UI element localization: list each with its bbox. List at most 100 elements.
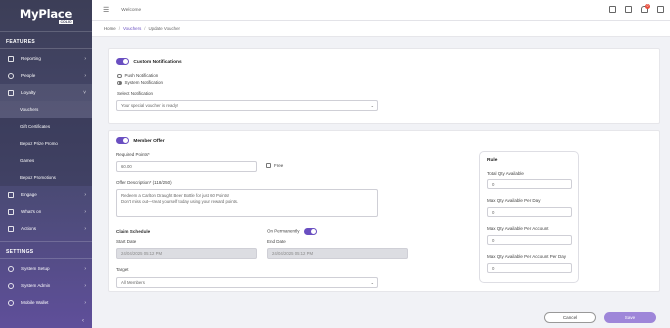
sidebar-item-label: People [21,73,36,78]
free-label: Free [274,163,284,168]
breadcrumb-vouchers[interactable]: Vouchers [123,26,141,31]
bell-icon[interactable]: 0 [641,4,650,13]
sidebar-item-loyalty[interactable]: Loyalty ˅ [0,84,92,101]
free-checkbox[interactable] [266,163,271,169]
select-notification-value: Your special voucher is ready! [121,103,179,108]
push-notification-radio[interactable] [117,73,122,79]
member-offer-card: Member Offer Required Points* 60.00 Free… [108,130,660,292]
sidebar-item-mobile-wallet[interactable]: Mobile Wallet › [0,294,92,311]
top-bar: ☰ Welcome 0 [92,0,670,21]
collapse-sidebar-icon[interactable]: ‹ [82,318,84,324]
start-date-input[interactable]: 24/04/2025 05:12 PM [116,248,257,259]
chevron-right-icon: › [84,55,86,62]
offer-description-label: Offer Description* (118/250) [116,180,172,185]
breadcrumb-home[interactable]: Home [104,26,116,31]
bolt-icon [8,225,14,232]
sidebar-item-label: System Admin [21,283,51,288]
push-notification-option[interactable]: Push Notification [117,73,159,79]
chevron-right-icon: › [84,265,86,272]
chevron-down-icon: ⌄ [370,103,374,108]
sidebar-item-reporting[interactable]: Reporting › [0,50,92,67]
sidebar-item-label: What's on [21,209,42,214]
chevron-right-icon: › [84,299,86,306]
gear-icon [8,265,14,272]
sidebar-item-engage[interactable]: Engage › [0,186,92,203]
brand-sub: COLIO [59,19,73,24]
system-notification-option[interactable]: System Notification [117,80,163,86]
rule-panel: Rule Total Qty Available 0 Max Qty Avail… [479,151,579,283]
on-permanently-toggle[interactable] [303,228,317,235]
sidebar-subitem-games[interactable]: Games [0,152,92,169]
notification-badge: 0 [645,4,650,9]
breadcrumb-current: Update Voucher [148,26,181,31]
breadcrumb-separator: / [144,26,146,31]
sidebar-item-system-admin[interactable]: System Admin › [0,277,92,294]
custom-notifications-toggle[interactable] [116,58,129,65]
top-icons: 0 [609,4,664,13]
mail-icon[interactable] [609,6,616,13]
max-per-day-input[interactable]: 0 [487,207,572,217]
target-value: All Members [121,280,145,285]
target-label: Target [116,267,129,272]
welcome-text: Welcome [121,7,142,13]
section-settings: SETTINGS [6,249,34,255]
select-notification-label: Select Notification [117,91,154,96]
sidebar-subitem-gift-certificates[interactable]: Gift Certificates [0,118,92,135]
sidebar-item-label: Reporting [21,56,41,61]
sidebar-subitem-bepoz-promotions[interactable]: Bepoz Promotions [0,169,92,186]
max-per-account-day-input[interactable]: 0 [487,263,572,273]
divider [0,258,92,259]
cancel-button[interactable]: Cancel [544,312,596,323]
total-qty-input[interactable]: 0 [487,179,572,189]
sidebar-item-whats-on[interactable]: What's on › [0,203,92,220]
member-offer-title: Member Offer [133,138,165,144]
target-dropdown[interactable]: All Members ⌄ [116,277,378,288]
end-date-label: End Date [267,239,286,244]
brand-logo[interactable]: MyPlace COLIO [0,0,92,30]
calendar-icon [8,208,14,215]
section-features: FEATURES [6,39,35,45]
sidebar-item-actions[interactable]: Actions › [0,220,92,237]
sidebar-item-label: System Setup [21,266,50,271]
member-offer-toggle[interactable] [116,137,129,144]
chevron-right-icon: › [84,72,86,79]
divider [0,31,92,32]
sidebar-item-label: Loyalty [21,90,36,95]
save-button[interactable]: Save [604,312,656,323]
max-per-account-day-label: Max Qty Available Per Account Per Day [487,254,566,259]
user-cog-icon [8,282,14,289]
sidebar-item-label: Engage [21,192,37,197]
sidebar: MyPlace COLIO FEATURES Reporting › Peopl… [0,0,92,328]
select-notification-dropdown[interactable]: Your special voucher is ready! ⌄ [116,100,378,111]
chevron-right-icon: › [84,208,86,215]
logout-icon[interactable] [657,6,664,13]
chevron-right-icon: › [84,282,86,289]
megaphone-icon [8,191,14,198]
sidebar-item-system-setup[interactable]: System Setup › [0,260,92,277]
push-notification-label: Push Notification [124,73,159,78]
free-option[interactable]: Free [266,163,284,169]
max-per-account-input[interactable]: 0 [487,235,572,245]
max-per-day-label: Max Qty Available Per Day [487,198,541,203]
document-icon[interactable] [625,6,632,13]
sidebar-subitem-vouchers[interactable]: Vouchers [0,101,92,118]
breadcrumb: Home / Vouchers / Update Voucher [92,21,670,37]
chevron-down-icon: ˅ [83,89,86,96]
wallet-icon [8,299,14,306]
offer-description-line: Don't miss out—treat yourself today usin… [121,199,239,204]
chevron-right-icon: › [84,191,86,198]
offer-description-textarea[interactable]: Redeem a Carlton Draught Beer Bottle for… [116,189,378,217]
sidebar-item-label: Mobile Wallet [21,300,49,305]
sidebar-subitem-bepoz-prize-promo[interactable]: Bepoz Prize Promo [0,135,92,152]
chevron-down-icon: ⌄ [370,280,374,285]
chevron-right-icon: › [84,225,86,232]
sidebar-item-people[interactable]: People › [0,67,92,84]
on-permanently-option: On Permanently [267,228,317,235]
chart-icon [8,55,14,62]
system-notification-radio[interactable] [117,80,122,86]
hamburger-menu-icon[interactable]: ☰ [103,6,109,14]
claim-schedule-label: Claim Schedule [116,229,151,234]
required-points-input[interactable]: 60.00 [116,161,257,172]
rule-title: Rule [487,158,498,163]
end-date-input[interactable]: 24/04/2025 05:12 PM [267,248,408,259]
